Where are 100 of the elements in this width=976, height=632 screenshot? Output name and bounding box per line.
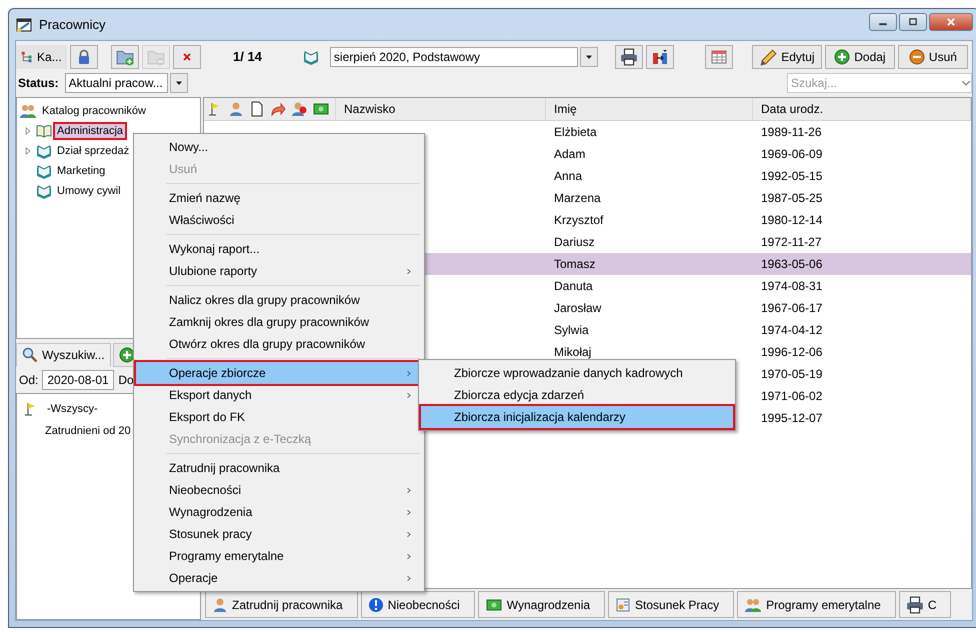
column-header[interactable]: Nazwisko: [336, 98, 546, 120]
remove-button[interactable]: Usuń: [898, 44, 968, 68]
close-button[interactable]: [929, 13, 973, 31]
table-cell-text: 1980-12-14: [760, 213, 824, 227]
menu-item[interactable]: Zmień nazwę: [136, 187, 422, 209]
chevron-right-icon: [406, 508, 412, 516]
chevron-right-icon: [406, 530, 412, 538]
person-icon: [228, 101, 244, 117]
table-cell-text: Tomasz: [553, 257, 596, 271]
table-cell-text: Sylwia: [553, 323, 590, 337]
table-cell-text: 1995-12-07: [760, 411, 824, 425]
window-title: Pracownicy: [39, 17, 106, 32]
book-icon: [36, 183, 52, 199]
toolbar-button[interactable]: Zatrudnij pracownika: [205, 591, 358, 618]
book-icon: [302, 48, 319, 64]
tree-item[interactable]: Dział sprzedaż: [55, 144, 132, 158]
caret-down-icon: [174, 78, 183, 86]
printer-icon: [906, 596, 924, 614]
delete-button[interactable]: [173, 44, 201, 68]
menu-item[interactable]: Stosunek pracy: [136, 523, 422, 545]
table-cell-text: 1992-05-15: [760, 169, 824, 183]
date-field[interactable]: 2020-08-01: [42, 370, 114, 390]
person-icon: [212, 596, 228, 612]
table-cell-text: 1963-05-06: [760, 257, 824, 271]
menu-item[interactable]: Eksport do FK: [136, 406, 422, 428]
transfer-button[interactable]: [646, 44, 674, 68]
toolbar-button[interactable]: Programy emerytalne: [737, 591, 896, 618]
table-cell-text: 1987-05-25: [760, 191, 824, 205]
banknote-icon: [312, 101, 330, 117]
tree-item[interactable]: Umowy cywil: [55, 184, 123, 198]
book-icon: [36, 143, 52, 159]
minus-icon: [908, 48, 925, 64]
search-tab[interactable]: Wyszukiw...: [16, 343, 111, 367]
exclamation-icon: [368, 596, 384, 612]
column-header[interactable]: Data urodz.: [753, 98, 971, 120]
table-icon: [710, 48, 727, 64]
dropdown-button[interactable]: [580, 46, 598, 66]
menu-item[interactable]: Nieobecności: [136, 479, 422, 501]
chevron-right-icon: [406, 266, 412, 276]
lock-button[interactable]: [70, 44, 98, 68]
table-cell-text: Anna: [553, 169, 584, 183]
menu-item[interactable]: Zbiorcze wprowadzanie danych kadrowych: [421, 362, 733, 384]
toolbar-button[interactable]: Nieobecności: [360, 591, 475, 618]
table-cell-text: 1996-12-06: [760, 345, 824, 359]
plus-icon: [834, 48, 850, 64]
chevron-right-icon: [406, 486, 412, 494]
people-icon: [744, 596, 762, 612]
menu-item[interactable]: Eksport danych: [136, 384, 422, 406]
table-cell-text: Elżbieta: [553, 125, 598, 139]
app-window-icon: [15, 16, 33, 32]
menu-item[interactable]: Nalicz okres dla grupy pracowników: [136, 289, 422, 311]
menu-item[interactable]: Zamknij okres dla grupy pracowników: [136, 311, 422, 333]
columns-button[interactable]: [704, 44, 733, 68]
maximize-button[interactable]: [899, 13, 927, 31]
table-cell-text: Jarosław: [553, 301, 602, 315]
close-icon: [945, 17, 957, 27]
table-cell-text: 1989-11-26: [760, 125, 822, 139]
add-button[interactable]: Dodaj: [824, 44, 895, 68]
open-book-icon: [36, 123, 52, 139]
period-dropdown[interactable]: sierpień 2020, Podstawowy: [330, 46, 578, 66]
status-label: Status:: [18, 76, 59, 90]
menu-item[interactable]: Właściwości: [136, 209, 422, 231]
dropdown-button[interactable]: [170, 72, 188, 92]
from-label: Od:: [19, 373, 38, 387]
menu-item[interactable]: Operacje: [136, 567, 422, 589]
chevron-right-icon: [406, 552, 412, 560]
tree-item[interactable]: Administracja: [55, 124, 126, 138]
chevron-right-icon: [406, 368, 412, 378]
toolbar-button[interactable]: Stosunek Pracy: [608, 591, 734, 618]
toolbar-button[interactable]: Wynagrodzenia: [478, 591, 606, 618]
printer-icon: [620, 48, 638, 66]
list-item[interactable]: -Wszyscy-: [47, 403, 98, 415]
tree-root-label[interactable]: Katalog pracowników: [40, 104, 148, 118]
column-header[interactable]: Imię: [546, 98, 753, 120]
menu-item[interactable]: Zbiorcza inicjalizacja kalendarzy: [421, 406, 733, 428]
edit-button[interactable]: Edytuj: [752, 44, 822, 68]
menu-item[interactable]: Wynagrodzenia: [136, 501, 422, 523]
table-cell-text: Marzena: [553, 191, 602, 205]
pencil-icon: [759, 48, 778, 66]
banknote-icon: [484, 596, 503, 612]
record-counter: 1/ 14: [233, 49, 262, 64]
chevron-right-icon: [406, 390, 412, 400]
status-dropdown[interactable]: Aktualni pracow...: [64, 72, 168, 92]
menu-item[interactable]: Nowy...: [136, 136, 422, 158]
minimize-button[interactable]: [869, 13, 897, 31]
table-cell-text: 1972-11-27: [760, 235, 822, 249]
menu-item[interactable]: Otwórz okres dla grupy pracowników: [136, 333, 422, 355]
menu-item[interactable]: Programy emerytalne: [136, 545, 422, 567]
menu-item[interactable]: Zatrudnij pracownika: [136, 457, 422, 479]
add-folder-button[interactable]: [111, 44, 139, 68]
tree-item[interactable]: Marketing: [55, 164, 108, 178]
table-cell-text: 1969-06-09: [760, 147, 824, 161]
table-cell-text: Adam: [553, 147, 586, 161]
catalog-button[interactable]: Ka...: [16, 44, 67, 68]
list-item[interactable]: Zatrudnieni od 20: [45, 425, 131, 437]
print-button[interactable]: [614, 44, 643, 68]
table-cell-text: 1974-08-31: [760, 279, 824, 293]
menu-item[interactable]: Zbiorcza edycja zdarzeń: [421, 384, 733, 406]
toolbar-button[interactable]: C: [898, 591, 952, 618]
people-icon: [19, 103, 37, 119]
